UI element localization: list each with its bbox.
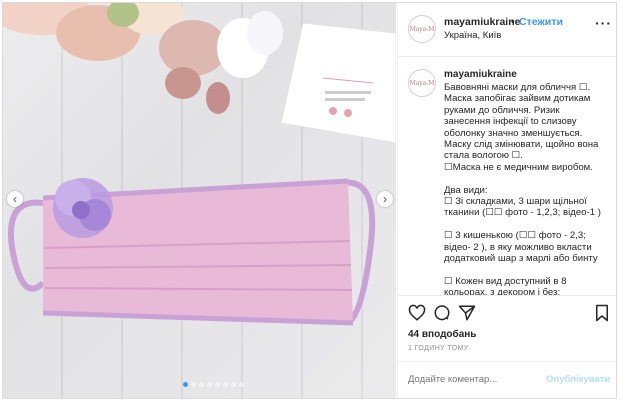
- caption-username[interactable]: mayamiukraine: [444, 69, 517, 80]
- comment-icon[interactable]: [433, 304, 451, 322]
- business-card: [280, 22, 396, 144]
- instagram-post-modal: ‹ › Maya-M mayamiukraine • Стежити Украї…: [2, 2, 617, 399]
- comment-form: Опублікувати: [398, 361, 616, 398]
- post-timestamp[interactable]: 1 ГОДИНУ ТОМУ: [408, 345, 469, 352]
- carousel-dot: [207, 382, 212, 387]
- chevron-right-icon: ›: [383, 192, 387, 206]
- caption-avatar-label: Maya-M: [409, 80, 435, 87]
- follow-separator: •: [511, 16, 515, 28]
- carousel-indicator: [183, 382, 244, 387]
- caption-avatar[interactable]: Maya-M: [408, 69, 436, 97]
- caption-line: додатковий шар з марлі або бинту: [444, 253, 598, 265]
- likes-count[interactable]: 44 вподобань: [408, 329, 476, 340]
- caption-line: відео- 2 ), в яку можливо вкласти: [444, 241, 592, 253]
- carousel-dot: [183, 382, 188, 387]
- post-side-panel: Maya-M mayamiukraine • Стежити Україна, …: [397, 3, 616, 398]
- share-icon[interactable]: [458, 304, 476, 322]
- caption-line: Маску слід змінювати, щойно вона: [444, 139, 599, 151]
- flower-decoration: [53, 178, 113, 238]
- carousel-dot: [199, 382, 204, 387]
- caption-line: ☐ 3 кишенькою (☐☐ фото - 2,3;: [444, 230, 586, 242]
- caption-line: кольорах, з декором і без;: [444, 287, 561, 295]
- comment-input[interactable]: [408, 374, 538, 385]
- caption-line: [444, 173, 614, 184]
- carousel-next-button[interactable]: ›: [377, 191, 393, 207]
- caption-line: ☐ Кожен вид доступний в 8: [444, 275, 567, 287]
- caption-line: Маска запобігає зайвим дотикам: [444, 93, 591, 105]
- post-header: Maya-M mayamiukraine • Стежити Україна, …: [398, 3, 616, 57]
- carousel-dot: [239, 382, 244, 387]
- caption-line: [444, 219, 614, 230]
- carousel-dot: [191, 382, 196, 387]
- mask-photo-illustration: [3, 3, 396, 326]
- action-bar: [398, 295, 616, 325]
- bookmark-icon[interactable]: [593, 304, 611, 322]
- caption-line: ☐Маска не є медичним виробом.: [444, 161, 593, 173]
- caption-line: тканини (☐☐ фото - 1,2,3; відео-1 ): [444, 207, 601, 219]
- caption-line: занесення інфекції to слизову: [444, 116, 577, 128]
- follow-button[interactable]: Стежити: [519, 16, 563, 28]
- chevron-left-icon: ‹: [13, 192, 17, 206]
- post-photo[interactable]: ‹ ›: [3, 3, 396, 398]
- more-options-icon[interactable]: ···: [595, 15, 612, 31]
- caption-line: руками до обличчя. Ризик: [444, 104, 560, 116]
- carousel-prev-button[interactable]: ‹: [7, 191, 23, 207]
- caption-line: [444, 265, 614, 276]
- caption-section: Maya-M mayamiukraine Бавовняні маски для…: [398, 58, 616, 295]
- caption-line: Бавовняні маски для обличчя ☐.: [444, 82, 591, 93]
- decor-flowers: [3, 3, 283, 114]
- caption-text: Бавовняні маски для обличчя ☐. Маска запо…: [444, 82, 614, 295]
- publish-button[interactable]: Опублікувати: [546, 374, 610, 385]
- avatar-label: Maya-M: [409, 26, 435, 33]
- caption-line: Два види:: [444, 184, 488, 196]
- post-location[interactable]: Україна, Київ: [444, 30, 501, 41]
- heart-icon[interactable]: [408, 304, 426, 322]
- avatar[interactable]: Maya-M: [408, 15, 436, 43]
- carousel-dot: [231, 382, 236, 387]
- carousel-dot: [223, 382, 228, 387]
- post-username[interactable]: mayamiukraine: [444, 16, 520, 28]
- caption-line: стала вологою ☐.: [444, 150, 523, 162]
- carousel-dot: [215, 382, 220, 387]
- caption-line: ☐ Зі складками, 3 шари щільної: [444, 196, 587, 208]
- caption-line: оболонку значно зменшується.: [444, 127, 583, 139]
